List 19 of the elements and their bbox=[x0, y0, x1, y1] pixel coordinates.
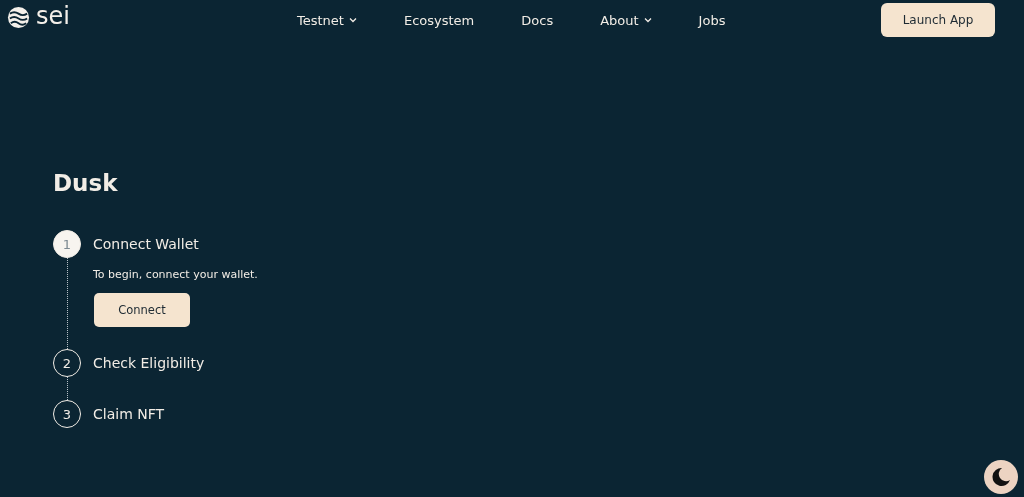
theme-toggle-button[interactable] bbox=[984, 460, 1018, 494]
nav-link[interactable]: Testnet bbox=[297, 12, 357, 28]
logo-icon bbox=[7, 5, 30, 29]
chevron-down-icon bbox=[348, 17, 357, 23]
logo-text[interactable]: sei bbox=[36, 2, 70, 30]
nav-link[interactable]: Ecosystem bbox=[403, 12, 475, 28]
nav-link[interactable]: Jobs bbox=[698, 12, 726, 28]
launch-app-button[interactable]: Launch App bbox=[881, 2, 995, 37]
nav-link[interactable]: Docs bbox=[521, 12, 554, 28]
connect-button[interactable]: Connect bbox=[94, 293, 190, 327]
step-label: Connect Wallet bbox=[93, 235, 200, 254]
nav-link[interactable]: About bbox=[600, 12, 652, 28]
step-number: 1 bbox=[53, 230, 81, 258]
step-description: To begin, connect your wallet. bbox=[93, 268, 258, 281]
chevron-down-icon bbox=[643, 17, 652, 23]
moon-icon bbox=[991, 467, 1011, 487]
step-label: Claim NFT bbox=[93, 405, 165, 424]
step-label: Check Eligibility bbox=[93, 354, 205, 373]
page-title: Dusk bbox=[53, 169, 119, 198]
